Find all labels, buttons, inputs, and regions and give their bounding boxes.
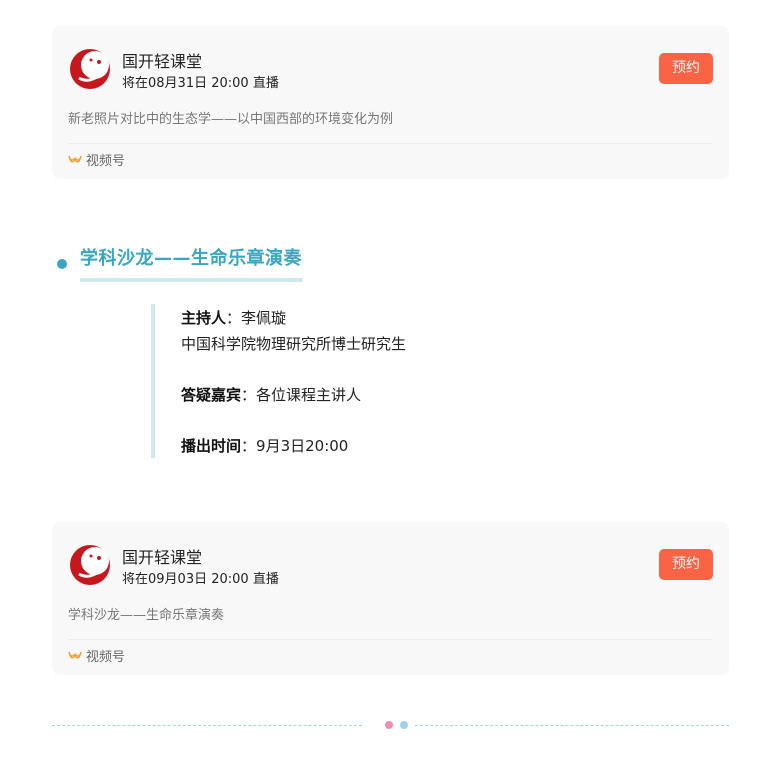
book-button[interactable]: 预约 xyxy=(659,549,713,580)
section-bullet xyxy=(57,259,67,269)
pink-dot xyxy=(385,721,393,729)
live-card-1[interactable]: 国开轻课堂 将在08月31日 20:00 直播 预约 新老照片对比中的生态学——… xyxy=(52,26,729,179)
dashed-divider-right xyxy=(415,725,729,726)
channel-name: 国开轻课堂 xyxy=(122,548,203,567)
platform-footer: 视频号 xyxy=(68,646,125,665)
host-label: 主持人 xyxy=(181,309,227,327)
logo-icon xyxy=(70,545,110,585)
live-card-2[interactable]: 国开轻课堂 将在09月03日 20:00 直播 预约 学科沙龙——生命乐章演奏 … xyxy=(52,522,729,675)
air-time-line: 播出时间：9月3日20:00 xyxy=(181,435,348,456)
host-separator: ： xyxy=(226,309,242,327)
divider xyxy=(68,639,713,640)
divider xyxy=(68,143,713,144)
host-value: 李佩璇 xyxy=(241,309,287,327)
air-time-separator: ： xyxy=(241,437,257,455)
dashed-divider-left xyxy=(52,725,362,726)
blue-dot xyxy=(400,721,408,729)
channel-name: 国开轻课堂 xyxy=(122,52,203,71)
channels-icon xyxy=(68,651,82,658)
logo-icon xyxy=(70,49,110,89)
channels-icon xyxy=(68,155,82,162)
section-title: 学科沙龙——生命乐章演奏 xyxy=(80,244,302,282)
platform-label: 视频号 xyxy=(86,650,126,665)
guest-value: 各位课程主讲人 xyxy=(256,386,362,404)
event-info-block: 主持人：李佩璇 中国科学院物理研究所博士研究生 答疑嘉宾：各位课程主讲人 播出时… xyxy=(151,304,575,458)
air-time-value: 9月3日20:00 xyxy=(256,437,349,455)
air-time-label: 播出时间 xyxy=(181,437,242,455)
host-line: 主持人：李佩璇 xyxy=(181,307,286,328)
platform-footer: 视频号 xyxy=(68,150,125,169)
guest-line: 答疑嘉宾：各位课程主讲人 xyxy=(181,384,361,405)
book-button[interactable]: 预约 xyxy=(659,53,713,84)
live-description: 学科沙龙——生命乐章演奏 xyxy=(68,608,225,623)
guest-label: 答疑嘉宾 xyxy=(181,386,242,404)
host-title: 中国科学院物理研究所博士研究生 xyxy=(181,335,407,353)
live-time: 将在08月31日 20:00 直播 xyxy=(122,76,279,91)
platform-label: 视频号 xyxy=(86,154,126,169)
guest-separator: ： xyxy=(241,386,257,404)
live-description: 新老照片对比中的生态学——以中国西部的环境变化为例 xyxy=(68,112,394,127)
live-time: 将在09月03日 20:00 直播 xyxy=(122,572,279,587)
